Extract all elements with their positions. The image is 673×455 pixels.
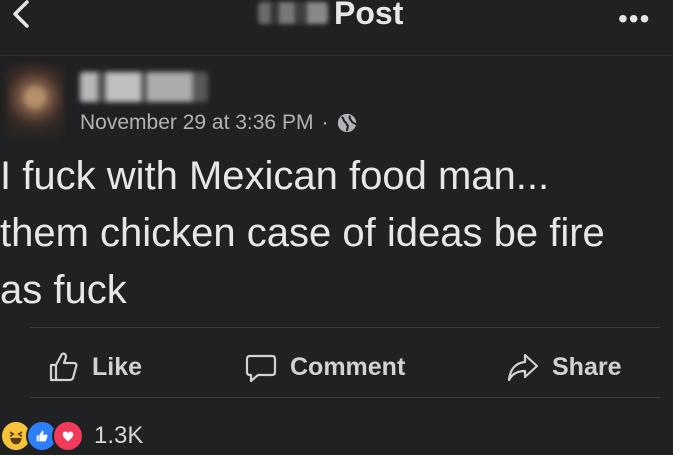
thumbs-up-icon: [49, 352, 78, 382]
header-divider: [0, 55, 673, 56]
actions-divider-top: [30, 327, 660, 328]
comment-button[interactable]: Comment: [244, 347, 405, 387]
reactions-summary[interactable]: 1.3K: [0, 418, 143, 454]
post-text: I fuck with Mexican food man... them chi…: [0, 154, 605, 312]
comment-bubble-icon: [245, 354, 277, 383]
redacted-author-name: [258, 2, 328, 24]
love-icon: [52, 420, 84, 452]
actions-divider-bottom: [30, 397, 660, 398]
share-arrow-icon: [507, 353, 539, 382]
redacted-author-name[interactable]: [80, 72, 208, 102]
like-label: Like: [92, 352, 143, 381]
more-options-button[interactable]: •••: [618, 3, 650, 35]
more-dots-icon: •••: [618, 3, 651, 34]
page-title: Post: [258, 0, 403, 32]
back-button[interactable]: [6, 0, 38, 32]
back-chevron-icon: [13, 0, 29, 28]
like-button[interactable]: Like: [46, 347, 142, 387]
comment-label: Comment: [290, 352, 406, 381]
post-meta: November 29 at 3:36 PM ·: [80, 110, 358, 136]
globe-icon: [338, 113, 357, 133]
share-button[interactable]: Share: [506, 347, 621, 387]
meta-separator: ·: [321, 111, 329, 134]
post-timestamp[interactable]: November 29 at 3:36 PM: [80, 110, 313, 136]
reaction-count: 1.3K: [94, 422, 144, 449]
page-title-text: Post: [334, 0, 404, 31]
share-label: Share: [552, 352, 622, 381]
avatar[interactable]: [6, 64, 64, 138]
